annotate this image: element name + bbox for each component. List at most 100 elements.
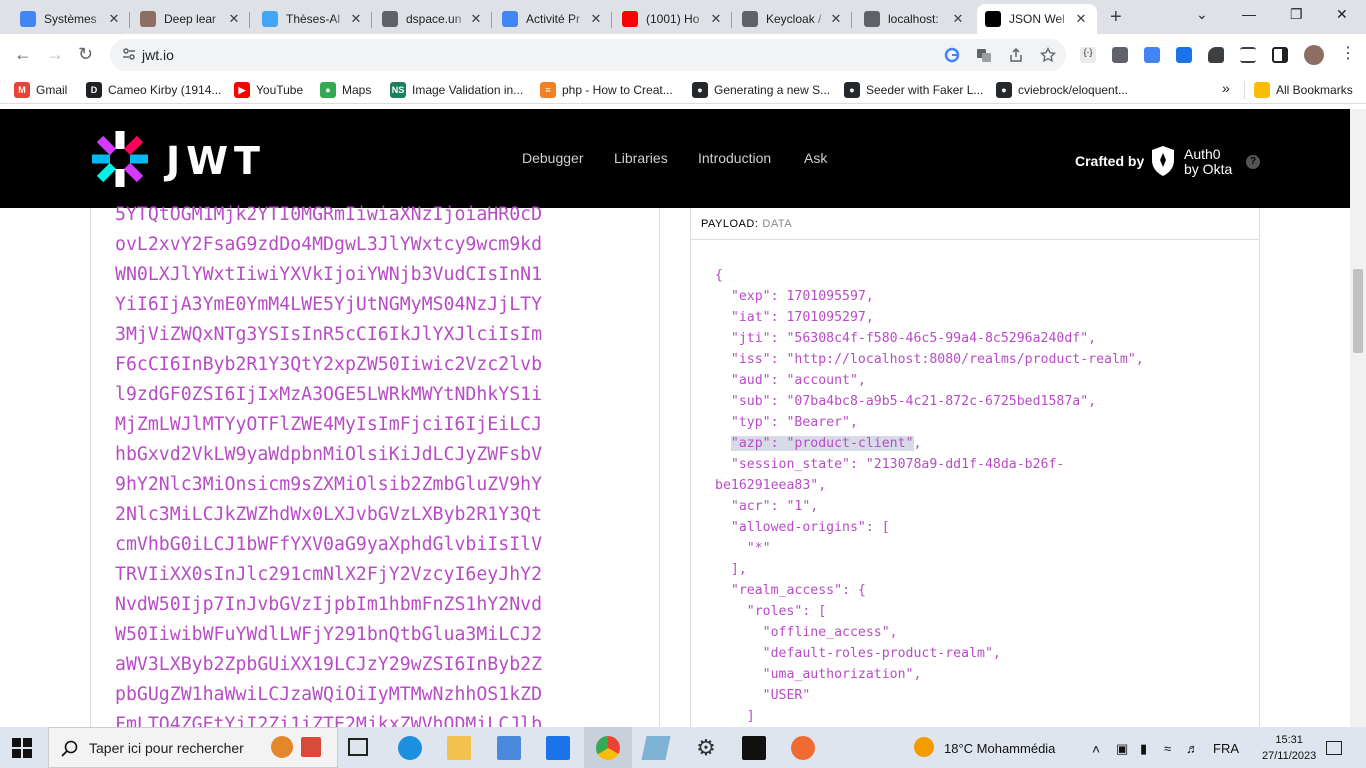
tray-device-icon[interactable]: ▣	[1116, 741, 1128, 757]
browser-tab[interactable]: localhost: ✕	[856, 4, 974, 34]
translate-icon[interactable]	[976, 47, 992, 63]
task-view-icon[interactable]	[348, 738, 368, 756]
notepad-icon[interactable]	[641, 736, 671, 760]
bookmark-item[interactable]: ● Maps	[320, 82, 371, 98]
page-scrollbar[interactable]	[1350, 109, 1366, 727]
bookmark-star-icon[interactable]	[1040, 47, 1056, 63]
tab-strip: Systèmes ✕ Deep lear ✕ Thèses-Al ✕ dspace.un ✕ A…	[0, 0, 1366, 34]
avatar[interactable]	[1304, 45, 1324, 65]
google-icon[interactable]	[944, 47, 960, 63]
bookmark-item[interactable]: ● Generating a new S...	[692, 82, 830, 98]
payload-line: {	[715, 268, 723, 283]
payload-line: "session_state": "213078a9-dd1f-48da-b26…	[715, 457, 1065, 472]
payload-line: "iss": "http://localhost:8080/realms/pro…	[715, 352, 1144, 367]
translate-extension-icon[interactable]	[1144, 47, 1160, 63]
restore-button[interactable]: ❐	[1290, 6, 1303, 23]
auth0-shield-icon[interactable]	[1150, 145, 1176, 177]
nav-ask[interactable]: Ask	[804, 150, 827, 166]
address-bar[interactable]: jwt.io	[110, 39, 1066, 71]
jwt-logo-icon[interactable]	[90, 129, 150, 189]
browser-tab[interactable]: Deep lear ✕	[132, 4, 250, 34]
nav-libraries[interactable]: Libraries	[614, 150, 668, 166]
browser-tab[interactable]: Keycloak / ✕	[734, 4, 852, 34]
chrome-icon[interactable]	[596, 736, 620, 760]
tab-separator	[249, 12, 250, 28]
file-explorer-icon[interactable]	[447, 736, 471, 760]
payload-line: "iat": 1701095297,	[715, 310, 874, 325]
store-icon[interactable]	[497, 736, 521, 760]
site-info-icon[interactable]	[122, 47, 136, 61]
reload-icon[interactable]: ↻	[78, 44, 93, 65]
bookmark-item[interactable]: D Cameo Kirby (1914...	[86, 82, 221, 98]
minimize-button[interactable]: —	[1242, 6, 1256, 22]
tab-close-icon[interactable]: ✕	[106, 11, 122, 27]
tab-close-icon[interactable]: ✕	[950, 11, 966, 27]
browser-tab[interactable]: (1001) Ho ✕	[614, 4, 732, 34]
json-extension-icon[interactable]: {·}	[1080, 47, 1096, 63]
bookmark-favicon-icon: M	[14, 82, 30, 98]
tab-close-icon[interactable]: ✕	[468, 11, 484, 27]
settings-gear-icon[interactable]: ⚙	[694, 736, 718, 760]
all-bookmarks-button[interactable]: All Bookmarks	[1254, 82, 1353, 98]
volume-icon[interactable]: ♬	[1186, 741, 1199, 756]
close-window-button[interactable]: ✕	[1336, 6, 1348, 23]
mail-icon[interactable]	[546, 736, 570, 760]
weather-icon[interactable]	[914, 737, 934, 757]
new-tab-button[interactable]: +	[1110, 6, 1122, 29]
extension-icon[interactable]	[1112, 47, 1128, 63]
bookmarks-bar: » All Bookmarks M Gmail D Cameo Kirby (1914…	[0, 76, 1366, 104]
postman-icon[interactable]	[791, 736, 815, 760]
tab-close-icon[interactable]: ✕	[828, 11, 844, 27]
auth0-brand[interactable]: Auth0 by Okta	[1184, 147, 1232, 177]
bookmark-favicon-icon: ●	[996, 82, 1012, 98]
nav-debugger[interactable]: Debugger	[522, 150, 584, 166]
side-panel-icon[interactable]	[1272, 47, 1288, 63]
windows-start-icon[interactable]	[12, 738, 32, 758]
tab-close-icon[interactable]: ✕	[348, 11, 364, 27]
tab-close-icon[interactable]: ✕	[1073, 11, 1089, 27]
bookmark-item[interactable]: ▶ YouTube	[234, 82, 303, 98]
media-icon[interactable]	[1240, 47, 1256, 63]
taskbar-search-box[interactable]: Taper ici pour rechercher	[48, 727, 338, 768]
scrollbar-thumb[interactable]	[1353, 269, 1363, 353]
browser-tab[interactable]: dspace.un ✕	[374, 4, 492, 34]
terminal-icon[interactable]	[742, 736, 766, 760]
wifi-icon[interactable]: ≈	[1164, 741, 1171, 756]
tray-expand-icon[interactable]: ˄	[1092, 741, 1100, 757]
download-icon[interactable]	[1176, 47, 1192, 63]
menu-icon[interactable]: ⋮	[1340, 43, 1356, 62]
encoded-token-text[interactable]: 5YTQtOGM1Mjk2YTI0MGRmIiwiaXNzIjoiaHR0cD o…	[115, 200, 645, 727]
weather-text[interactable]: 18°C Mohammédia	[944, 741, 1055, 756]
system-clock[interactable]: 15:31 27/11/2023	[1262, 732, 1316, 764]
bookmark-item[interactable]: ≡ php - How to Creat...	[540, 82, 673, 98]
bookmark-item[interactable]: ● cviebrock/eloquent...	[996, 82, 1128, 98]
browser-tab[interactable]: Activité Pr ✕	[494, 4, 612, 34]
bookmark-item[interactable]: ● Seeder with Faker L...	[844, 82, 983, 98]
back-icon[interactable]: ←	[14, 44, 32, 65]
edge-icon[interactable]	[398, 736, 422, 760]
help-icon[interactable]: ?	[1246, 155, 1260, 169]
jwt-logo-text[interactable]: JWT	[166, 139, 266, 183]
browser-tab[interactable]: JSON Wel ✕	[977, 4, 1097, 34]
forward-icon[interactable]: →	[46, 44, 64, 65]
language-indicator[interactable]: FRA	[1213, 741, 1239, 756]
extensions-puzzle-icon[interactable]	[1208, 47, 1224, 63]
tab-close-icon[interactable]: ✕	[708, 11, 724, 27]
folder-icon	[1254, 82, 1270, 98]
clock-widget-icon[interactable]	[271, 736, 293, 758]
bookmarks-overflow-button[interactable]: »	[1222, 80, 1230, 96]
bookmark-item[interactable]: M Gmail	[14, 82, 67, 98]
tab-close-icon[interactable]: ✕	[226, 11, 242, 27]
bookmark-item[interactable]: NS Image Validation in...	[390, 82, 523, 98]
gift-icon[interactable]	[301, 737, 321, 757]
notifications-icon[interactable]	[1326, 741, 1342, 755]
tab-close-icon[interactable]: ✕	[588, 11, 604, 27]
share-icon[interactable]	[1008, 47, 1024, 63]
tab-search-icon[interactable]: ⌄	[1196, 6, 1208, 23]
encoded-token-panel[interactable]: 5YTQtOGM1Mjk2YTI0MGRmIiwiaXNzIjoiaHR0cD o…	[90, 204, 660, 727]
payload-json-editor[interactable]: { "exp": 1701095597, "iat": 1701095297, …	[715, 265, 1144, 727]
browser-tab[interactable]: Thèses-Al ✕	[254, 4, 372, 34]
battery-icon[interactable]: ▮	[1140, 741, 1147, 757]
nav-introduction[interactable]: Introduction	[698, 150, 771, 166]
browser-tab[interactable]: Systèmes ✕	[12, 4, 130, 34]
